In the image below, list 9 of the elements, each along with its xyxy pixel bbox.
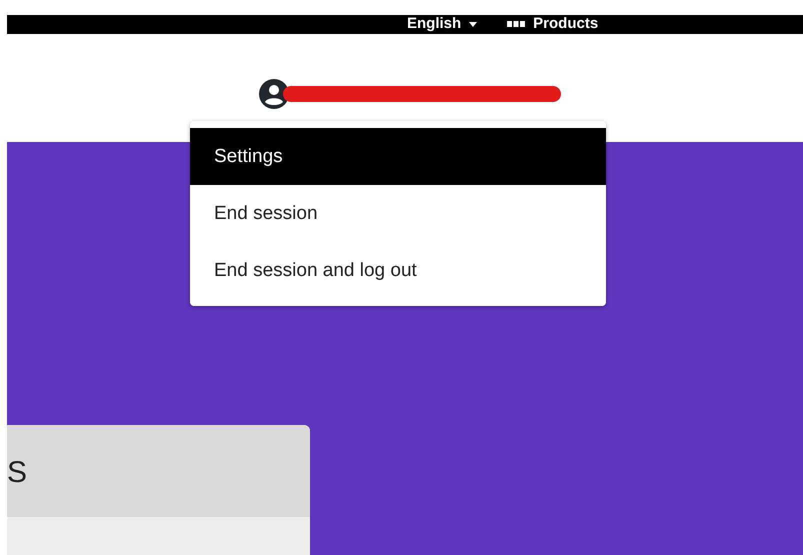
caret-icon — [469, 22, 478, 27]
user-icon[interactable] — [259, 78, 289, 109]
menu-item[interactable]: End session — [190, 184, 606, 242]
language-button[interactable]: English — [407, 15, 462, 34]
menu-item[interactable]: End session and log out — [190, 242, 606, 299]
menu-item[interactable]: Settings — [190, 128, 606, 185]
card-title: S — [7, 456, 28, 490]
products-button[interactable]: Products — [533, 15, 598, 34]
grid-icon — [507, 20, 526, 28]
